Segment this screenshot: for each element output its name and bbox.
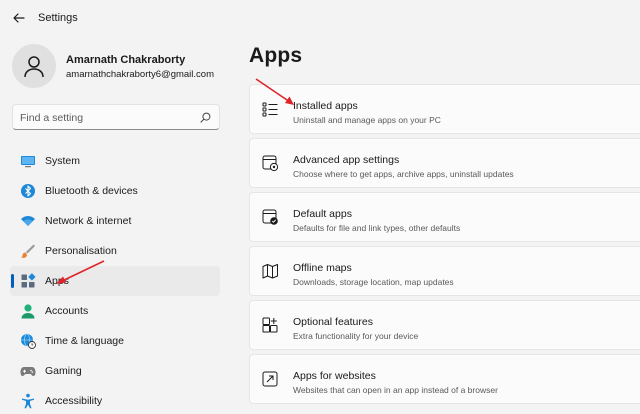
default-apps-icon [262, 209, 278, 225]
sidebar-item-accounts[interactable]: Accounts [10, 296, 220, 326]
user-profile[interactable]: Amarnath Chakraborty amarnathchakraborty… [12, 44, 232, 90]
active-indicator [11, 274, 14, 288]
card-title: Apps for websites [293, 370, 376, 382]
bluetooth-icon [21, 184, 35, 198]
page-title: Apps [249, 44, 303, 67]
avatar[interactable] [12, 44, 56, 88]
card-subtitle: Extra functionality for your device [293, 331, 419, 341]
sidebar-item-label: Bluetooth & devices [45, 185, 138, 197]
wifi-icon [21, 216, 35, 226]
search-icon[interactable] [200, 112, 211, 123]
sidebar-item-label: System [45, 155, 81, 167]
title-bar: Settings [0, 0, 640, 36]
gamepad-icon [20, 367, 36, 376]
card-title: Advanced app settings [293, 154, 400, 166]
map-icon [262, 264, 278, 279]
card-subtitle: Websites that can open in an app instead… [293, 385, 498, 395]
app-gear-icon [262, 155, 279, 172]
sidebar-item-label: Accounts [45, 305, 89, 317]
open-link-icon [262, 371, 278, 387]
card-subtitle: Choose where to get apps, archive apps, … [293, 169, 514, 179]
back-arrow-icon [13, 13, 25, 23]
profile-email: amarnathchakraborty6@gmail.com [66, 69, 214, 80]
search-input[interactable] [20, 109, 190, 126]
sidebar-item-personalisation[interactable]: Personalisation [10, 236, 220, 266]
sidebar-item-label: Apps [45, 275, 69, 287]
card-apps-for-websites[interactable]: Apps for websites Websites that can open… [249, 354, 640, 404]
settings-cards: Installed apps Uninstall and manage apps… [249, 84, 640, 408]
sidebar-item-label: Personalisation [45, 245, 117, 257]
sidebar-nav: System Bluetooth & devices Network & int… [0, 146, 230, 414]
sidebar-item-time-language[interactable]: Time & language [10, 326, 220, 356]
sidebar-item-gaming[interactable]: Gaming [10, 356, 220, 386]
card-subtitle: Uninstall and manage apps on your PC [293, 115, 441, 125]
card-optional-features[interactable]: Optional features Extra functionality fo… [249, 300, 640, 350]
accessibility-icon [22, 393, 34, 409]
sidebar-item-apps[interactable]: Apps [10, 266, 220, 296]
person-icon [21, 304, 35, 319]
sidebar-item-system[interactable]: System [10, 146, 220, 176]
person-avatar-icon [24, 56, 44, 78]
sidebar-item-label: Time & language [45, 335, 124, 347]
list-icon [262, 102, 278, 117]
card-subtitle: Downloads, storage location, map updates [293, 277, 454, 287]
card-title: Installed apps [293, 100, 358, 112]
card-subtitle: Defaults for file and link types, other … [293, 223, 461, 233]
card-title: Default apps [293, 208, 352, 220]
sidebar-item-bluetooth[interactable]: Bluetooth & devices [10, 176, 220, 206]
search-box[interactable] [12, 104, 220, 130]
sidebar-item-label: Network & internet [45, 215, 132, 227]
card-installed-apps[interactable]: Installed apps Uninstall and manage apps… [249, 84, 640, 134]
card-offline-maps[interactable]: Offline maps Downloads, storage location… [249, 246, 640, 296]
back-button[interactable] [8, 8, 30, 28]
brush-icon [21, 244, 35, 258]
profile-name: Amarnath Chakraborty [66, 54, 186, 66]
card-advanced-app-settings[interactable]: Advanced app settings Choose where to ge… [249, 138, 640, 188]
card-default-apps[interactable]: Default apps Defaults for file and link … [249, 192, 640, 242]
monitor-icon [21, 156, 35, 168]
sidebar-item-label: Gaming [45, 365, 82, 377]
apps-icon [21, 273, 36, 288]
add-grid-icon [262, 317, 278, 333]
card-title: Optional features [293, 316, 373, 328]
card-title: Offline maps [293, 262, 352, 274]
sidebar-item-network[interactable]: Network & internet [10, 206, 220, 236]
window-title: Settings [38, 12, 78, 24]
globe-clock-icon [21, 333, 36, 349]
sidebar-item-accessibility[interactable]: Accessibility [10, 386, 220, 414]
sidebar-item-label: Accessibility [45, 395, 103, 407]
